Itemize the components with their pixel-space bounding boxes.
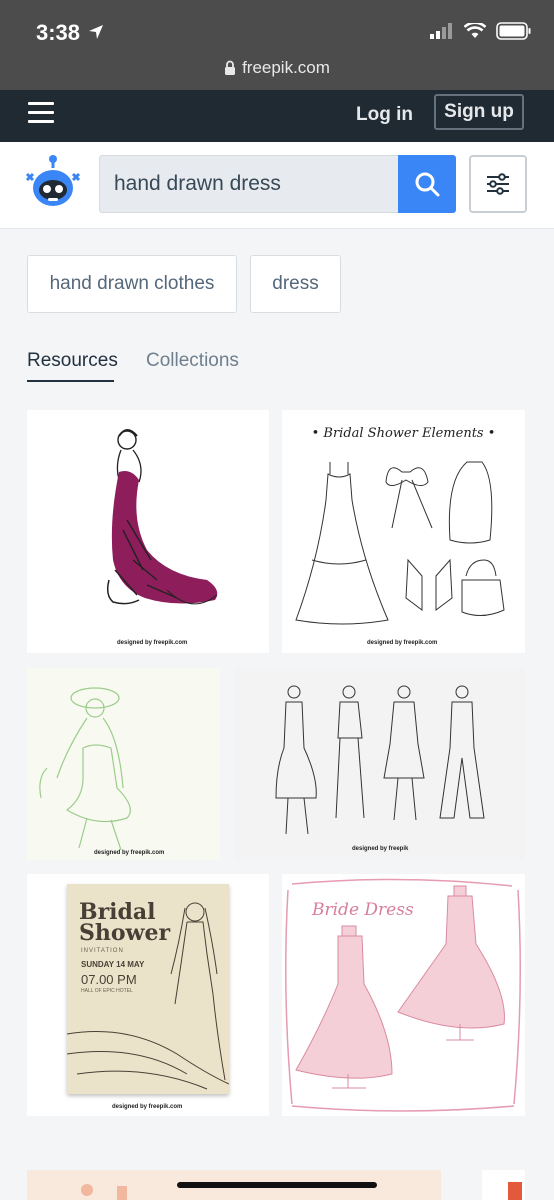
search-icon xyxy=(415,172,440,197)
filters-button[interactable] xyxy=(469,155,527,213)
card-title: • Bridal Shower Elements • xyxy=(311,426,496,441)
search-button[interactable] xyxy=(398,155,456,213)
result-card-bridal-invitation[interactable]: Bridal Shower INVITATION SUNDAY 14 MAY 0… xyxy=(27,874,269,1116)
partial-right-illustration xyxy=(508,1182,522,1200)
system-icons xyxy=(430,22,532,40)
home-indicator[interactable] xyxy=(177,1182,377,1188)
url-bar[interactable]: freepik.com xyxy=(0,58,554,78)
card-credit: designed by freepik.com xyxy=(117,640,188,646)
menu-icon[interactable] xyxy=(28,102,54,124)
wifi-icon xyxy=(464,23,486,38)
bridal-elements-illustration xyxy=(295,461,505,625)
battery-icon xyxy=(496,22,531,40)
location-arrow-icon xyxy=(89,25,103,39)
tag-chip-dress[interactable]: dress xyxy=(250,255,341,313)
card-title: Bride Dress xyxy=(312,900,414,920)
result-card-bridal-shower-elements[interactable]: • Bridal Shower Elements • designed by f… xyxy=(282,410,525,653)
tab-collections[interactable]: Collections xyxy=(146,350,239,372)
status-bar: 3:38 freepik.com xyxy=(0,0,554,90)
freepik-logo-icon[interactable] xyxy=(24,154,82,212)
invitation-card: Bridal Shower INVITATION SUNDAY 14 MAY 0… xyxy=(67,884,229,1094)
search-header: hand drawn dress xyxy=(0,142,554,229)
card-credit: designed by freepik.com xyxy=(367,640,438,646)
result-card-fashion-sketches[interactable]: designed by freepik xyxy=(234,668,525,860)
url-text: freepik.com xyxy=(242,58,330,77)
result-card-partial-right[interactable] xyxy=(482,1170,525,1200)
result-card-green-dress[interactable]: designed by freepik.com xyxy=(27,668,220,860)
top-navigation: Log in Sign up xyxy=(0,90,554,142)
clock: 3:38 xyxy=(36,20,81,45)
card-credit: designed by freepik.com xyxy=(94,850,165,856)
result-card-magenta-gown[interactable]: designed by freepik.com xyxy=(27,410,269,653)
login-link[interactable]: Log in xyxy=(356,104,413,126)
search-input[interactable]: hand drawn dress xyxy=(99,155,399,213)
lock-icon xyxy=(225,60,236,75)
magenta-gown-illustration xyxy=(106,429,218,605)
tag-chip-hand-drawn-clothes[interactable]: hand drawn clothes xyxy=(27,255,237,313)
filter-sliders-icon xyxy=(487,173,509,195)
green-dress-illustration xyxy=(39,687,131,851)
card-credit: designed by freepik.com xyxy=(112,1104,183,1110)
signup-button[interactable]: Sign up xyxy=(434,94,524,130)
fashion-sketches-illustration xyxy=(275,685,485,835)
bride-silhouette-illustration xyxy=(67,902,229,1090)
tab-resources[interactable]: Resources xyxy=(27,350,118,372)
card-credit: designed by freepik xyxy=(352,846,409,852)
active-tab-indicator xyxy=(27,380,114,382)
result-card-bride-dress[interactable]: Bride Dress xyxy=(282,874,525,1116)
signal-icon xyxy=(430,23,452,39)
